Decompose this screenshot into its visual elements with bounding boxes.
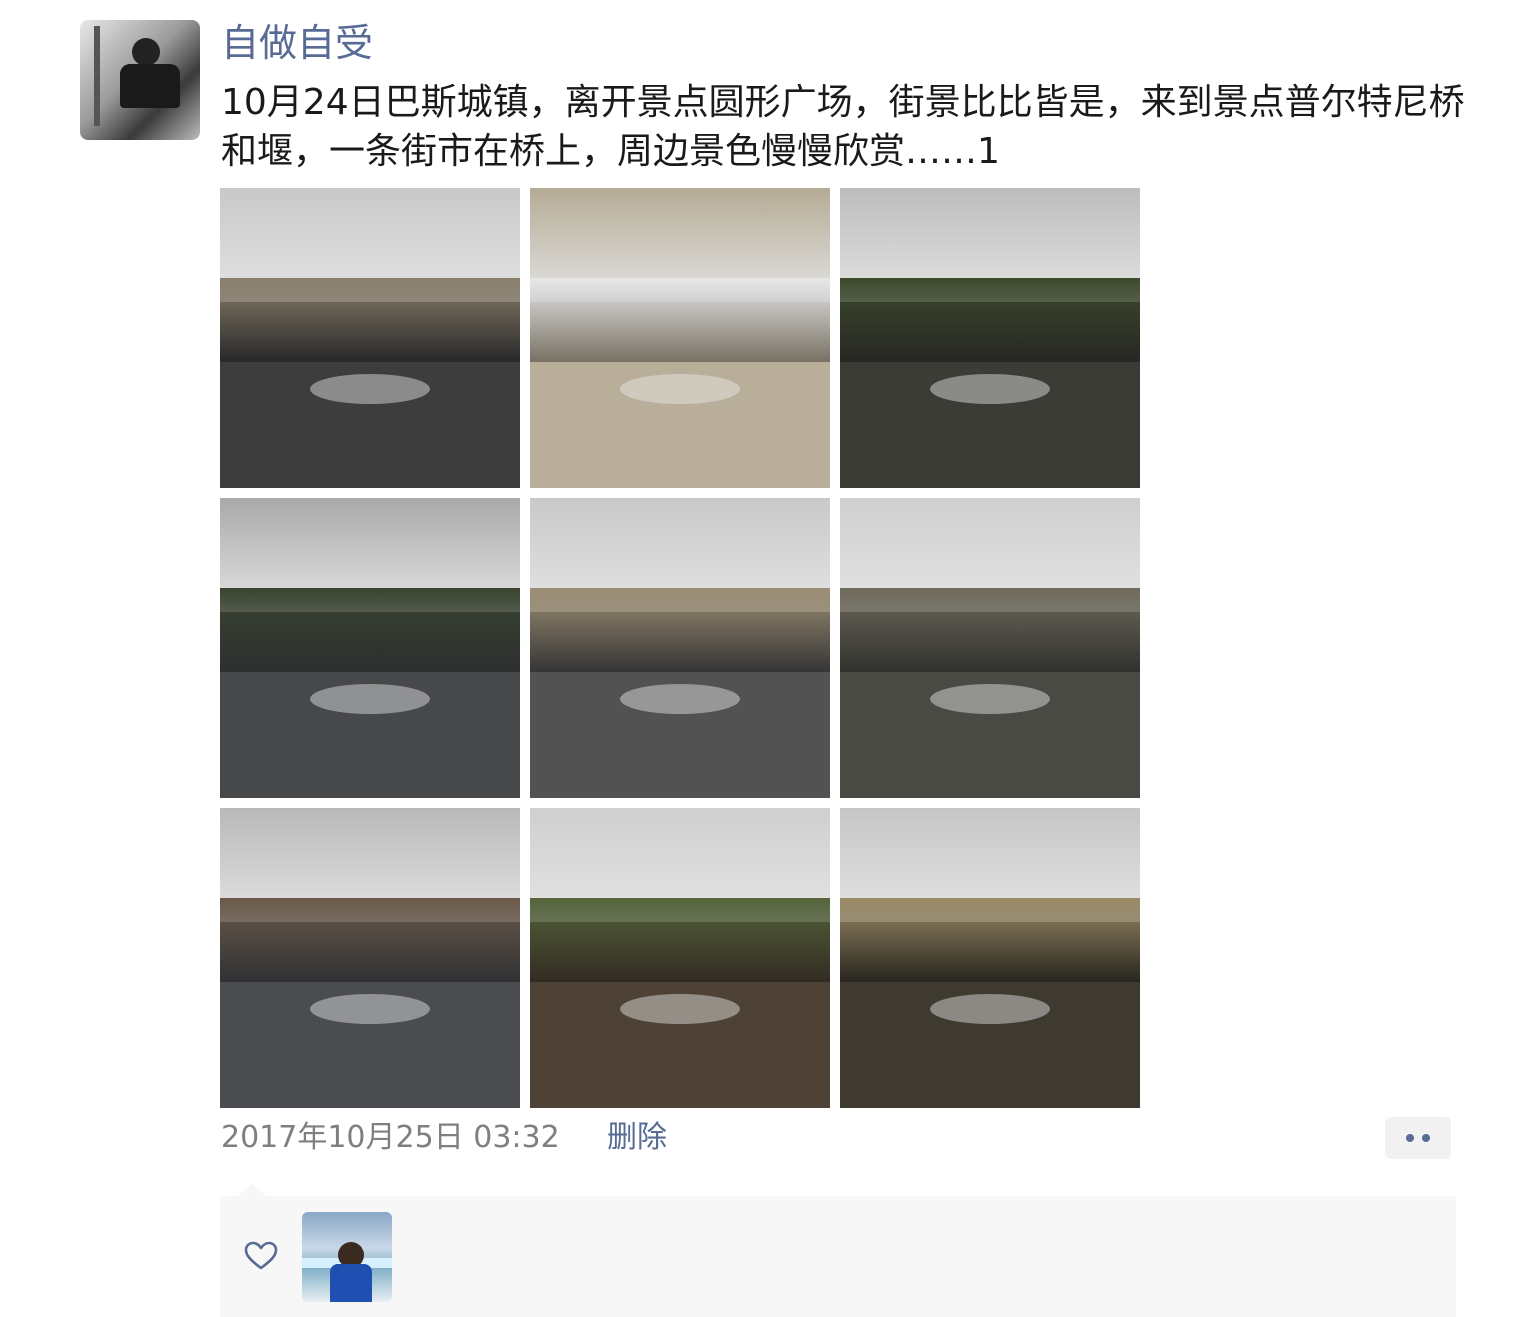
- photo-highlight: [930, 994, 1050, 1024]
- likes-pointer: [238, 1184, 266, 1196]
- avatar-pole-shape: [94, 26, 100, 126]
- liker-avatar-jacket-shape: [330, 1264, 372, 1302]
- photo-window-facade[interactable]: [530, 188, 830, 488]
- liker-avatar[interactable]: [302, 1212, 392, 1302]
- more-dots-icon[interactable]: [1385, 1117, 1451, 1159]
- photo-midground: [840, 898, 1140, 982]
- photo-highlight: [620, 684, 740, 714]
- avatar-watermark: [120, 120, 196, 134]
- photo-curved-weir[interactable]: [220, 498, 520, 798]
- photo-highlight: [620, 374, 740, 404]
- photo-highlight: [310, 374, 430, 404]
- photo-park-benches[interactable]: [530, 808, 830, 1108]
- photo-highlight: [930, 684, 1050, 714]
- photo-midground: [530, 278, 830, 362]
- photo-midground: [840, 588, 1140, 672]
- post-text: 10月24日巴斯城镇，离开景点圆形广场，街景比比皆是，来到景点普尔特尼桥和堰，一…: [221, 82, 1465, 172]
- photo-highlight: [930, 374, 1050, 404]
- photo-highlight: [310, 684, 430, 714]
- poster-avatar[interactable]: [80, 20, 200, 140]
- photo-midground: [220, 278, 520, 362]
- avatar-head-shape: [132, 38, 160, 66]
- photo-city-street[interactable]: [530, 498, 830, 798]
- photo-midground: [530, 898, 830, 982]
- heart-icon: [244, 1241, 278, 1270]
- photo-midground: [220, 588, 520, 672]
- avatar-body-shape: [120, 64, 180, 108]
- photo-river-weir[interactable]: [840, 188, 1140, 488]
- delete-button[interactable]: 删除: [607, 1116, 667, 1160]
- photo-pulteney-bridge[interactable]: [840, 808, 1140, 1108]
- more-dot: [1406, 1134, 1414, 1142]
- photo-bridge-cafe[interactable]: [840, 498, 1140, 798]
- photo-midground: [220, 898, 520, 982]
- photo-street-corner[interactable]: [220, 188, 520, 488]
- likes-panel: [220, 1196, 1456, 1317]
- poster-username[interactable]: 自做自受: [221, 18, 373, 68]
- post-timestamp: 2017年10月25日 03:32: [221, 1120, 560, 1155]
- more-dot: [1422, 1134, 1430, 1142]
- photo-midground: [840, 278, 1140, 362]
- photo-midground: [530, 588, 830, 672]
- photo-highlight: [310, 994, 430, 1024]
- photo-highlight: [620, 994, 740, 1024]
- photo-grid: [220, 188, 1140, 1108]
- photo-weir-scaffolding[interactable]: [220, 808, 520, 1108]
